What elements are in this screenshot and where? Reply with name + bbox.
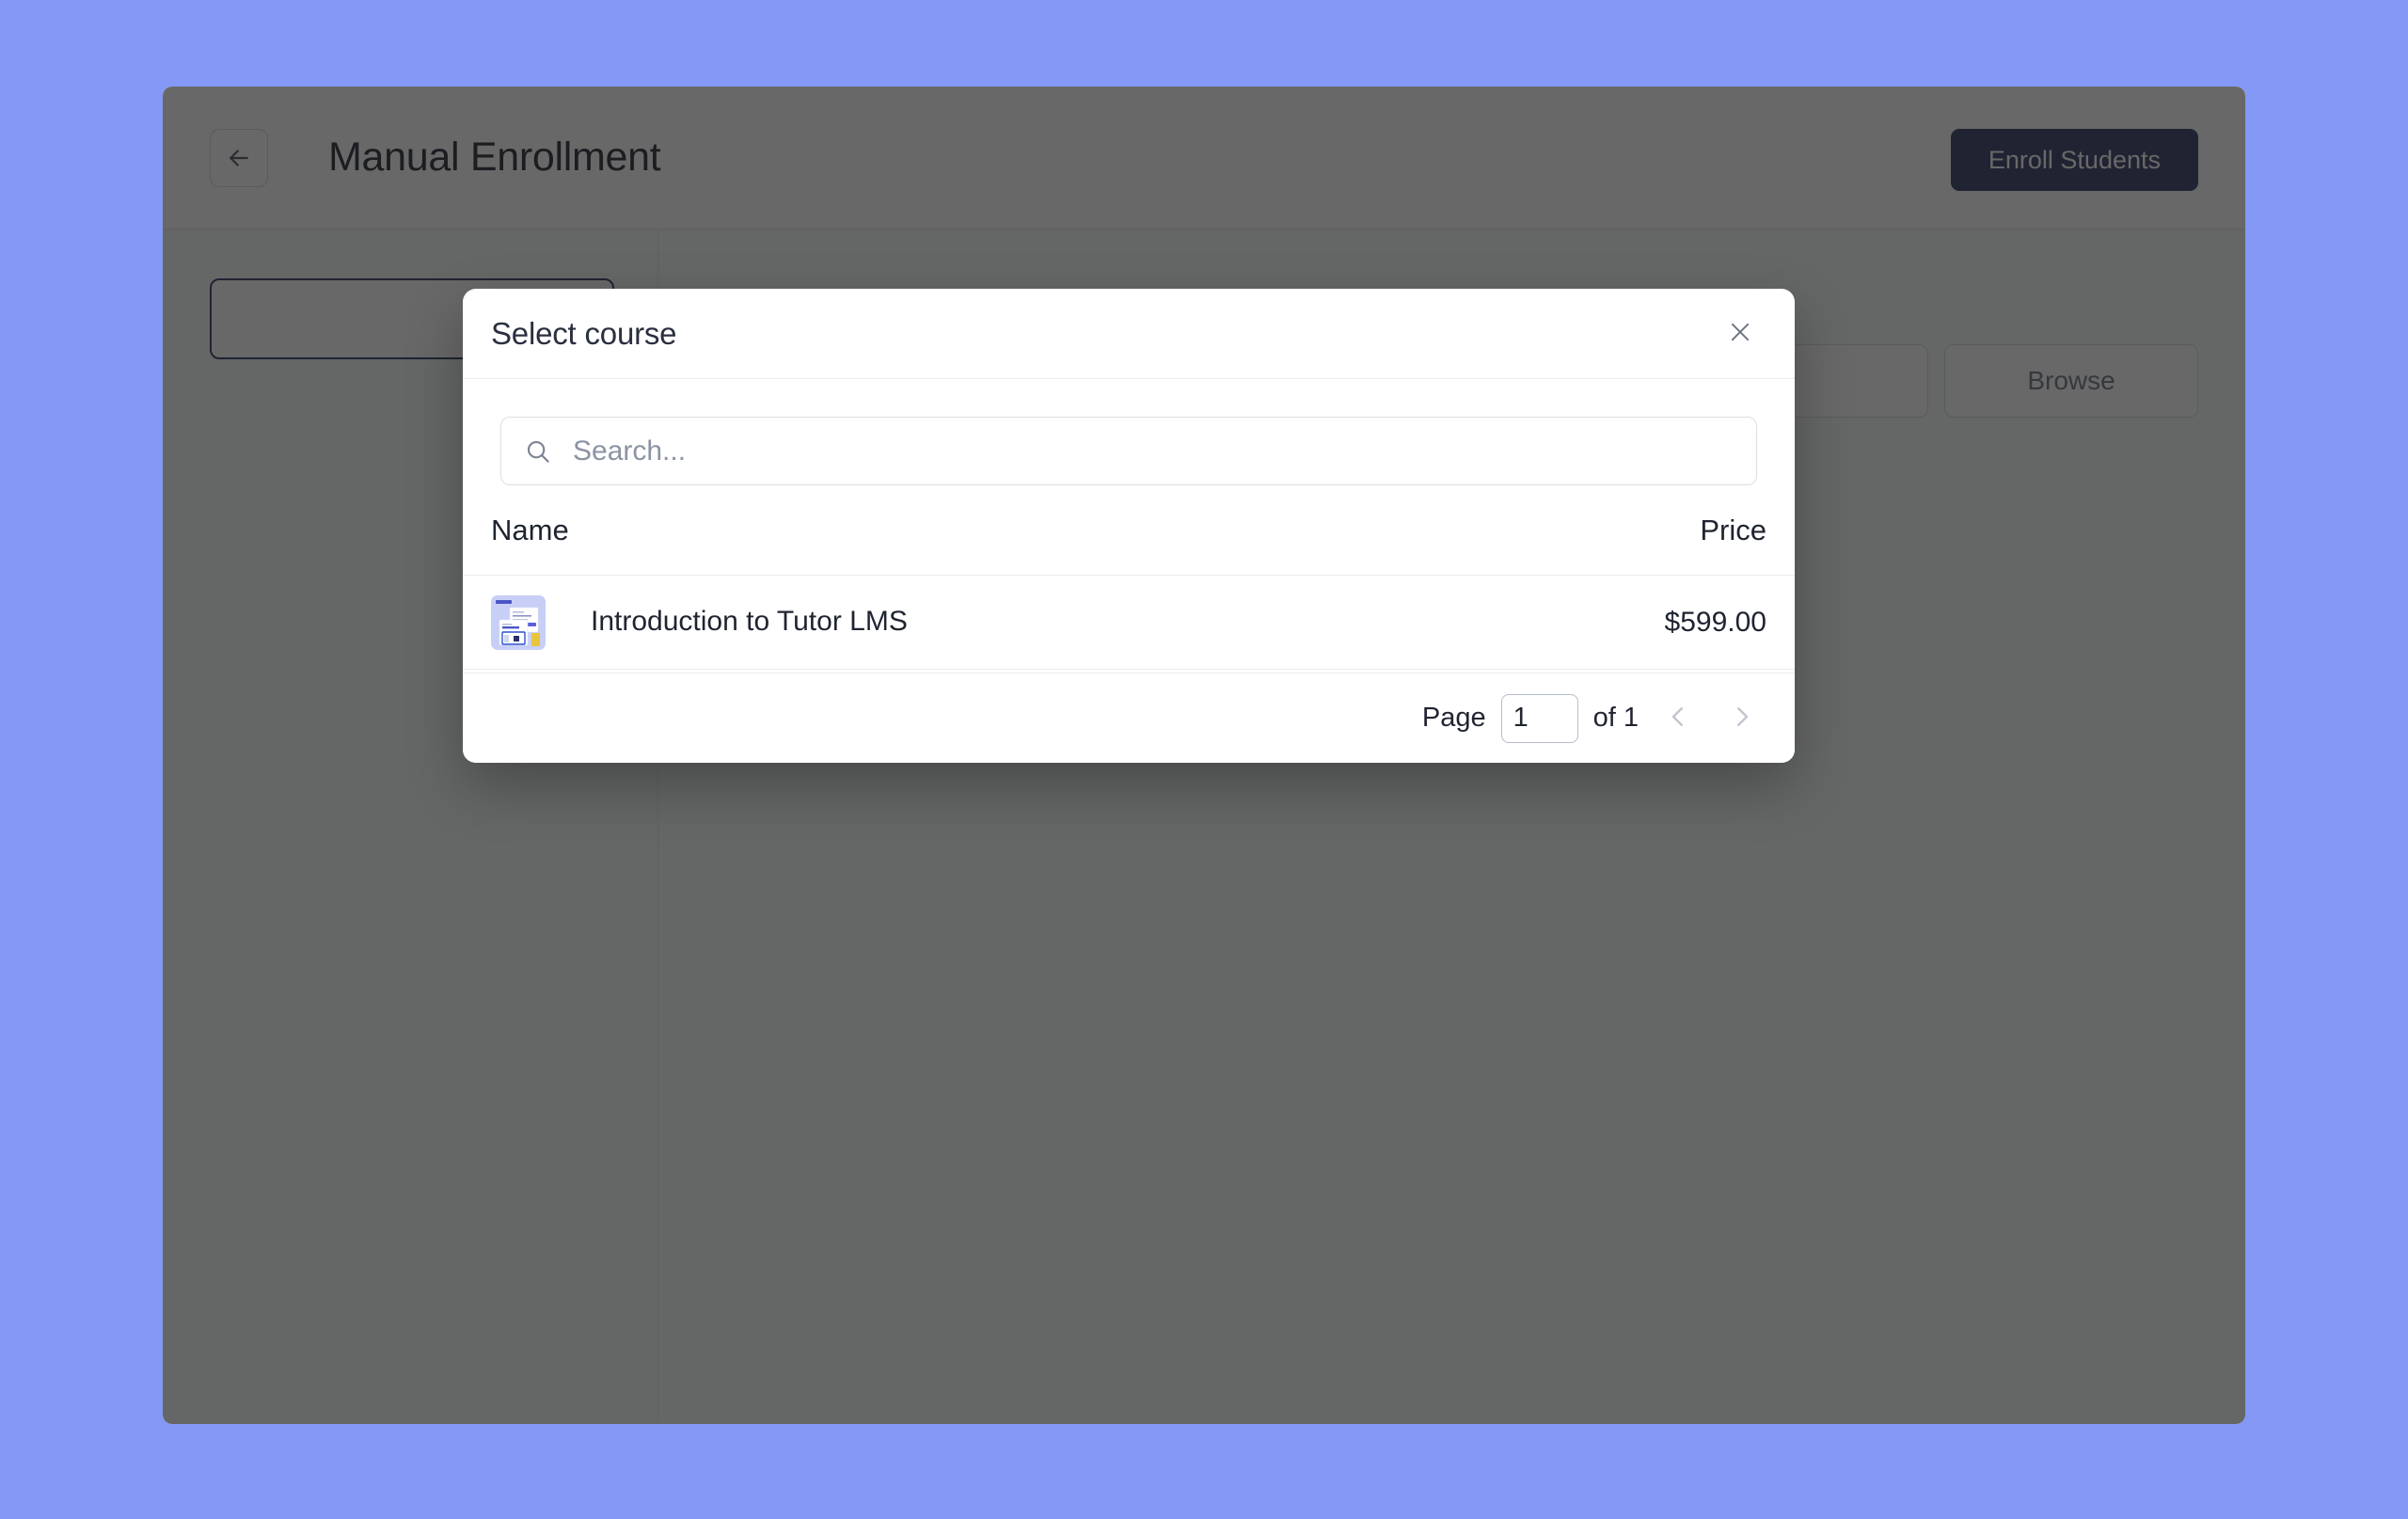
page-number-input[interactable] [1500, 693, 1578, 743]
search-section [463, 379, 1795, 485]
search-icon [524, 437, 552, 466]
column-header-price: Price [1700, 513, 1766, 546]
modal-title: Select course [491, 315, 677, 351]
table-row[interactable]: Introduction to Tutor LMS $599.00 [463, 576, 1795, 670]
page-label: Page [1421, 703, 1486, 733]
search-input[interactable] [573, 435, 1734, 467]
close-button[interactable] [1716, 309, 1765, 358]
row-main: Introduction to Tutor LMS [591, 606, 1616, 639]
close-icon [1727, 319, 1753, 348]
page-total-label: of 1 [1592, 703, 1639, 733]
chevron-right-icon [1728, 703, 1756, 734]
course-price: $599.00 [1664, 606, 1766, 638]
course-name: Introduction to Tutor LMS [591, 606, 908, 638]
modal-header: Select course [463, 289, 1795, 379]
prev-page-button[interactable] [1654, 694, 1703, 743]
course-thumbnail [491, 594, 546, 650]
chevron-left-icon [1664, 703, 1692, 734]
column-header-name: Name [491, 513, 569, 546]
select-course-modal: Select course Name Price [463, 289, 1795, 763]
pagination: Page of 1 [1421, 693, 1766, 743]
course-list: Introduction to Tutor LMS $599.00 [463, 576, 1795, 672]
search-box[interactable] [500, 417, 1757, 485]
modal-footer: Page of 1 [463, 672, 1795, 763]
table-header: Name Price [463, 485, 1795, 576]
row-right: $599.00 [1616, 607, 1766, 639]
next-page-button[interactable] [1718, 694, 1766, 743]
